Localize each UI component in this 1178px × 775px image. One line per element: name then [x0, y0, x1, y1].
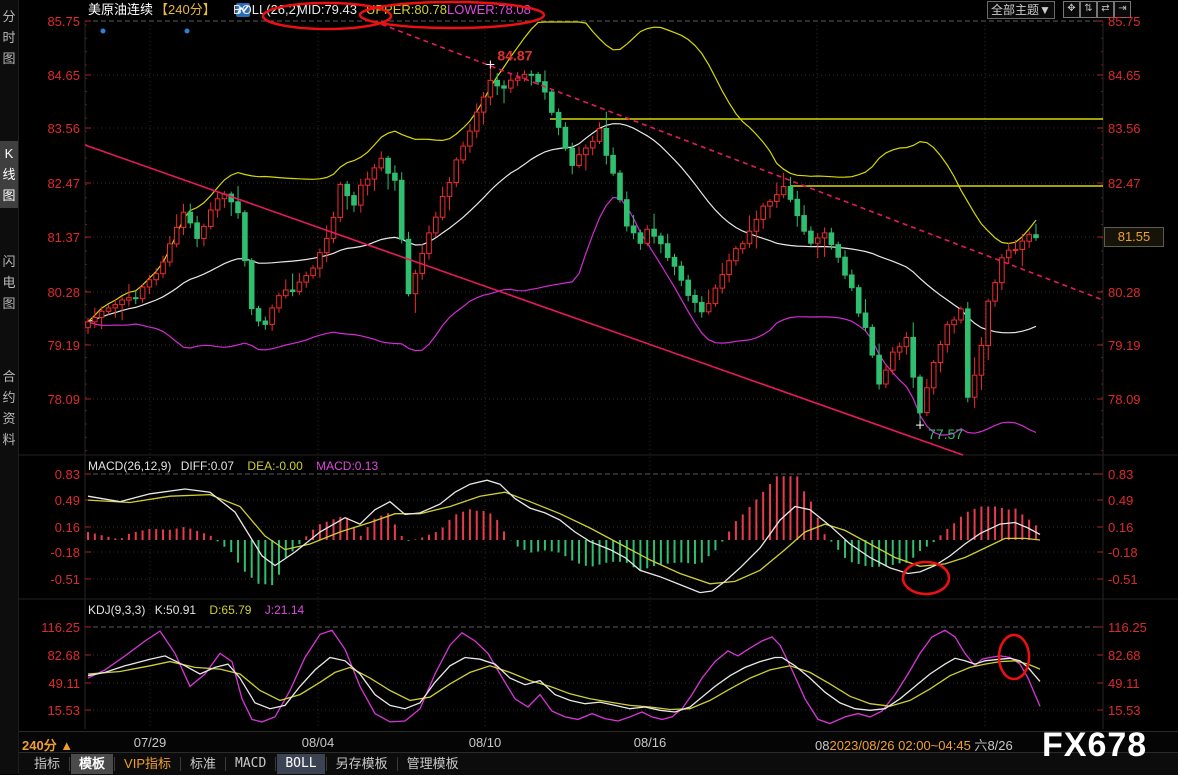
high-price-label: 84.87	[497, 47, 532, 63]
toolbar-item-1[interactable]: 指标	[26, 754, 68, 774]
toolbar-separator	[225, 757, 226, 771]
toolbar-item-2[interactable]: 模板	[71, 754, 113, 774]
annotation-circle	[360, 2, 544, 28]
lower-channel-line	[85, 145, 963, 455]
annotation-circle	[263, 3, 391, 29]
annotation-circle	[903, 562, 949, 594]
session-weekday-label: 六	[971, 738, 988, 753]
partial-date-label: 08	[815, 738, 829, 753]
session-date-label: 8/26	[987, 738, 1012, 753]
boll-upper-band	[88, 22, 1036, 322]
toolbar-separator	[397, 757, 398, 771]
toolbar-item-3[interactable]: VIP指标	[116, 754, 179, 774]
toolbar-item-4[interactable]: 标准	[182, 754, 224, 774]
signal-dot	[185, 29, 190, 34]
fx678-watermark: FX678	[1042, 727, 1178, 763]
toolbar-item-6[interactable]: BOLL	[277, 754, 324, 774]
low-price-label: 77.57	[928, 426, 963, 442]
signal-dot	[101, 29, 106, 34]
toolbar-item-7[interactable]: 另存模板	[328, 754, 396, 774]
toolbar-separator	[326, 757, 327, 771]
dif-line	[88, 480, 1040, 592]
date-label: 07/29	[134, 735, 167, 750]
toolbar-separator	[275, 757, 276, 771]
bottom-toolbar: 指标模板VIP指标标准MACDBOLL另存模板管理模板	[19, 752, 1178, 775]
toolbar-item-8[interactable]: 管理模板	[399, 754, 467, 774]
session-time-label: 2023/08/26 02:00~04:45	[829, 738, 970, 753]
date-label: 08/10	[469, 735, 502, 750]
date-label: 08/04	[302, 735, 335, 750]
date-label: 08/16	[634, 735, 667, 750]
toolbar-separator	[114, 757, 115, 771]
boll-mid-band	[88, 124, 1036, 333]
chart-canvas[interactable]: 84.87 77.57	[0, 0, 1178, 774]
toolbar-separator	[69, 757, 70, 771]
toolbar-item-5[interactable]: MACD	[227, 754, 274, 774]
time-axis-bar: 240分 ▲ 07/2908/0408/1008/16 082023/08/26…	[19, 731, 1178, 753]
toolbar-separator	[180, 757, 181, 771]
